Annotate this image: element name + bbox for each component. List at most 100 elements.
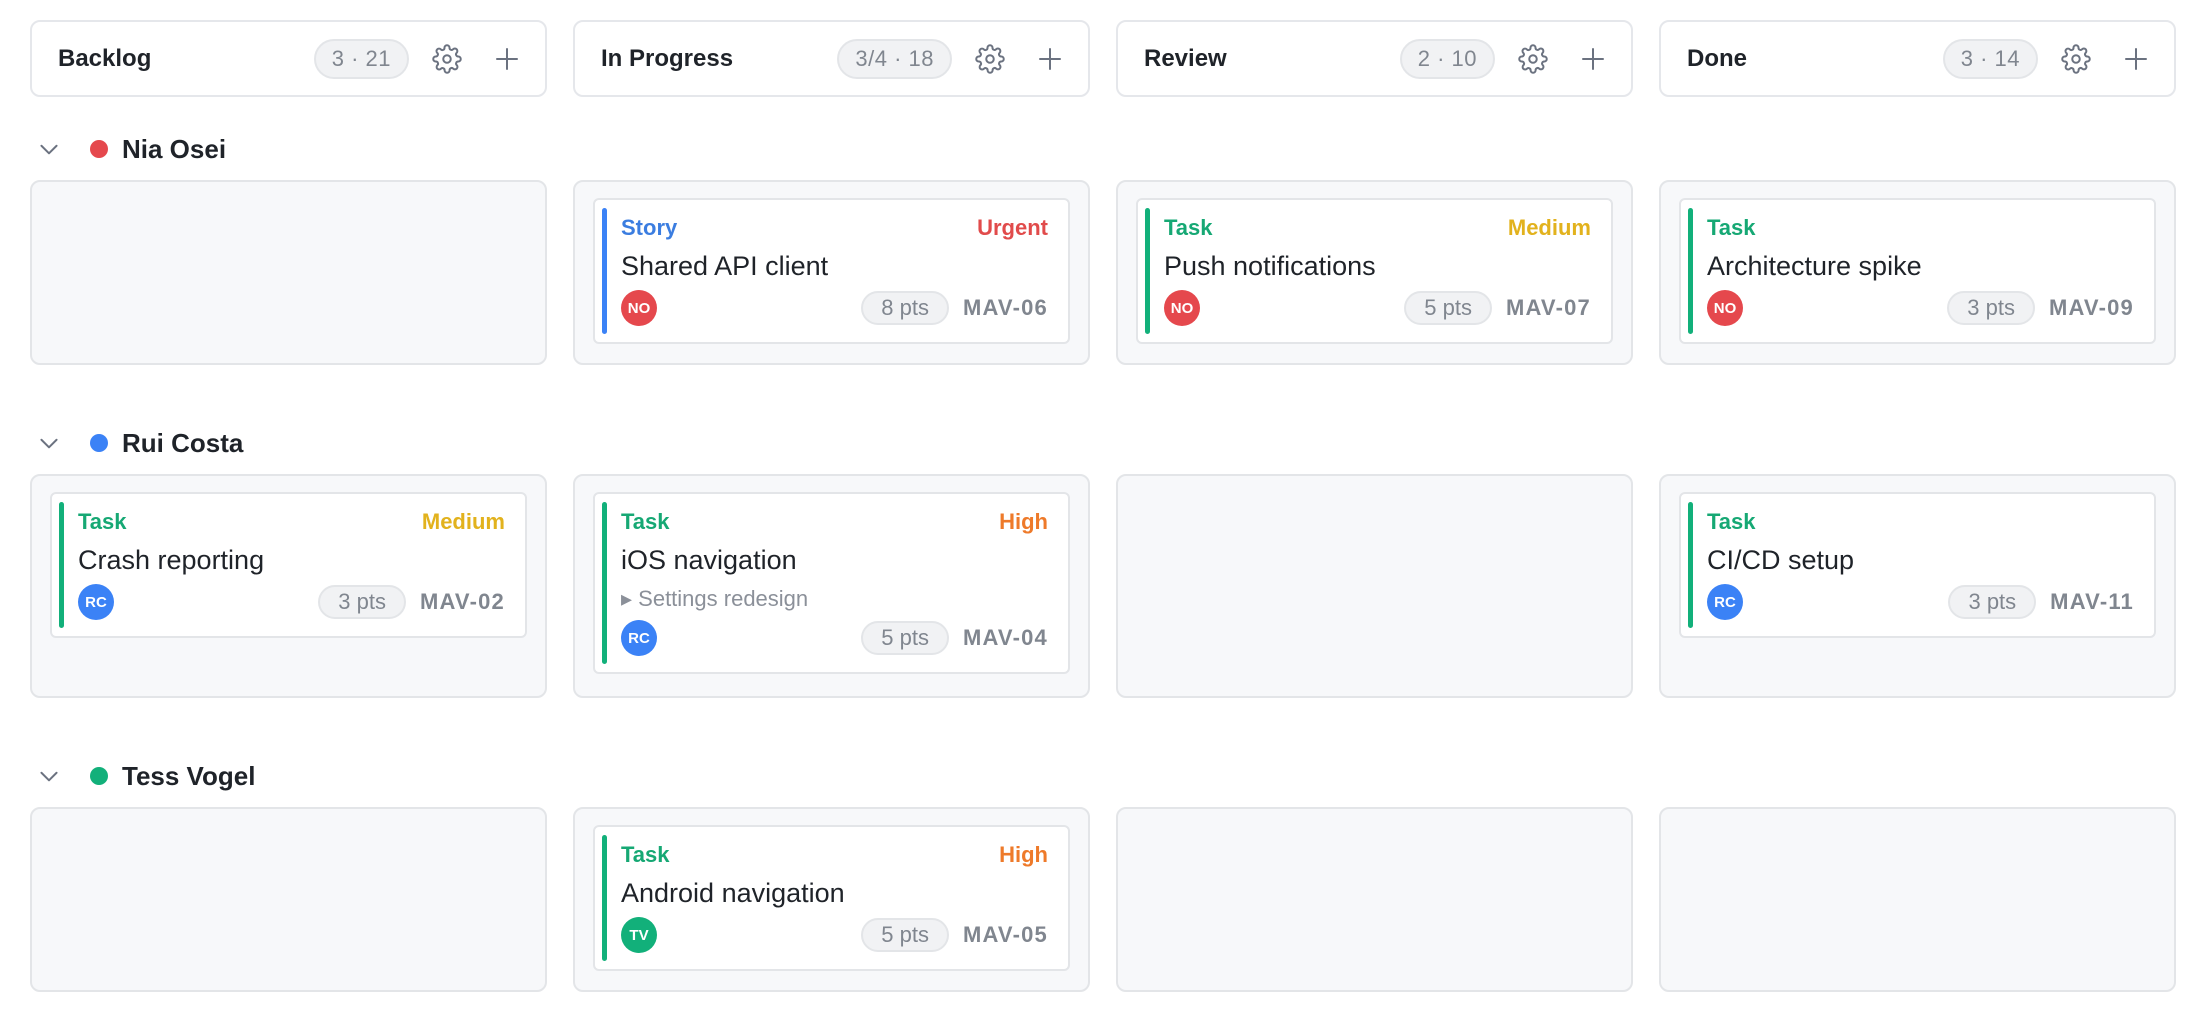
swimlane-cell-backlog[interactable] bbox=[30, 807, 547, 992]
plus-icon[interactable] bbox=[1028, 37, 1072, 81]
issue-card[interactable]: Task Medium Push notifications NO 5 pts MAV-0… bbox=[1136, 198, 1613, 344]
swimlane-header: Rui Costa bbox=[36, 423, 243, 463]
swimlane-cell-review[interactable]: Task Medium Push notifications NO 5 pts MAV-0… bbox=[1116, 180, 1633, 365]
story-points-badge: 3 pts bbox=[1948, 585, 2037, 619]
card-header: Task High bbox=[621, 841, 1048, 869]
assignee-color-dot bbox=[90, 140, 108, 158]
issue-type-label: Task bbox=[621, 842, 670, 867]
issue-card[interactable]: Task Architecture spike NO 3 pts MAV-09 bbox=[1679, 198, 2156, 344]
swimlane-cell-review[interactable] bbox=[1116, 807, 1633, 992]
issue-type-stripe bbox=[1145, 208, 1150, 334]
column-count-badge: 2 · 10 bbox=[1399, 38, 1495, 79]
swimlane-header: Tess Vogel bbox=[36, 756, 255, 796]
story-points-badge: 5 pts bbox=[1404, 291, 1492, 325]
card-header: Story Urgent bbox=[621, 214, 1048, 242]
issue-card[interactable]: Task CI/CD setup RC 3 pts MAV-11 bbox=[1679, 492, 2156, 638]
card-footer: RC 5 pts MAV-04 bbox=[621, 620, 1048, 656]
issue-card[interactable]: Story Urgent Shared API client NO 8 pts MAV-0… bbox=[593, 198, 1070, 344]
column-header-review: Review 2 · 10 bbox=[1116, 20, 1633, 97]
assignee-avatar: RC bbox=[1707, 584, 1743, 620]
column-title: Backlog bbox=[58, 44, 152, 72]
gear-icon[interactable] bbox=[1511, 37, 1555, 81]
card-header: Task Medium bbox=[1164, 214, 1591, 242]
card-header: Task Medium bbox=[78, 508, 505, 536]
gear-icon[interactable] bbox=[2054, 37, 2098, 81]
plus-icon[interactable] bbox=[2114, 37, 2158, 81]
priority-label: Urgent bbox=[977, 215, 1048, 240]
column-count-badge: 3 · 21 bbox=[313, 38, 409, 79]
swimlane-cell-in-progress[interactable]: Task High iOS navigation ▸ Settings redesig… bbox=[573, 474, 1090, 698]
column-count-badge: 3 · 14 bbox=[1942, 38, 2038, 79]
chevron-down-icon[interactable] bbox=[36, 428, 66, 458]
column-header-backlog: Backlog 3 · 21 bbox=[30, 20, 547, 97]
swimlane-assignee-name: Rui Costa bbox=[122, 427, 244, 458]
issue-title: Architecture spike bbox=[1707, 251, 1922, 281]
column-title: Done bbox=[1687, 44, 1747, 72]
card-footer: TV 5 pts MAV-05 bbox=[621, 917, 1048, 953]
swimlane-header: Nia Osei bbox=[36, 129, 226, 169]
issue-type-label: Task bbox=[78, 509, 127, 534]
swimlane-cell-backlog[interactable]: Task Medium Crash reporting RC 3 pts MAV-02 bbox=[30, 474, 547, 698]
chevron-down-icon[interactable] bbox=[36, 761, 66, 791]
card-header: Task bbox=[1707, 508, 2134, 536]
issue-card[interactable]: Task Medium Crash reporting RC 3 pts MAV-02 bbox=[50, 492, 527, 638]
card-footer: NO 5 pts MAV-07 bbox=[1164, 290, 1591, 326]
priority-label: High bbox=[999, 509, 1048, 534]
swimlane-cell-in-progress[interactable]: Story Urgent Shared API client NO 8 pts MAV-0… bbox=[573, 180, 1090, 365]
assignee-avatar: NO bbox=[1164, 290, 1200, 326]
plus-icon[interactable] bbox=[485, 37, 529, 81]
story-points-badge: 8 pts bbox=[861, 291, 949, 325]
assignee-avatar: TV bbox=[621, 917, 657, 953]
swimlane-cell-done[interactable]: Task CI/CD setup RC 3 pts MAV-11 bbox=[1659, 474, 2176, 698]
swimlane-cell-in-progress[interactable]: Task High Android navigation TV 5 pts MAV-05 bbox=[573, 807, 1090, 992]
issue-type-label: Story bbox=[621, 215, 678, 240]
card-footer: NO 3 pts MAV-09 bbox=[1707, 290, 2134, 326]
issue-key: MAV-06 bbox=[962, 295, 1048, 320]
kanban-board: Backlog 3 · 21 In Progress 3/4 · 18 Review 2 … bbox=[0, 0, 2204, 1024]
swimlane-assignee-name: Tess Vogel bbox=[122, 760, 256, 791]
issue-type-label: Task bbox=[1707, 215, 1756, 240]
issue-type-label: Task bbox=[1707, 509, 1756, 534]
swimlane-cell-review[interactable] bbox=[1116, 474, 1633, 698]
parent-epic-link[interactable]: ▸ Settings redesign bbox=[621, 584, 1048, 614]
gear-icon[interactable] bbox=[968, 37, 1012, 81]
assignee-avatar: RC bbox=[78, 584, 114, 620]
swimlane-assignee-name: Nia Osei bbox=[122, 133, 227, 164]
column-header-row: Backlog 3 · 21 In Progress 3/4 · 18 Review 2 … bbox=[30, 20, 2176, 97]
issue-key: MAV-09 bbox=[2048, 295, 2134, 320]
issue-type-stripe bbox=[602, 208, 607, 334]
column-title: In Progress bbox=[601, 44, 734, 72]
issue-type-stripe bbox=[602, 502, 607, 664]
story-points-badge: 5 pts bbox=[861, 918, 949, 952]
issue-card[interactable]: Task High iOS navigation ▸ Settings redesig… bbox=[593, 492, 1070, 674]
swimlane-cell-backlog[interactable] bbox=[30, 180, 547, 365]
card-header: Task bbox=[1707, 214, 2134, 242]
card-footer: NO 8 pts MAV-06 bbox=[621, 290, 1048, 326]
column-header-in-progress: In Progress 3/4 · 18 bbox=[573, 20, 1090, 97]
issue-title: CI/CD setup bbox=[1707, 545, 1855, 575]
priority-label: Medium bbox=[421, 509, 505, 534]
column-header-done: Done 3 · 14 bbox=[1659, 20, 2176, 97]
swimlane-cell-done[interactable]: Task Architecture spike NO 3 pts MAV-09 bbox=[1659, 180, 2176, 365]
issue-card[interactable]: Task High Android navigation TV 5 pts MAV-05 bbox=[593, 825, 1070, 971]
swimlane-cell-done[interactable] bbox=[1659, 807, 2176, 992]
issue-key: MAV-02 bbox=[419, 589, 505, 614]
issue-title: Crash reporting bbox=[78, 545, 265, 575]
issue-key: MAV-11 bbox=[2050, 589, 2134, 614]
column-count-badge: 3/4 · 18 bbox=[837, 38, 952, 79]
issue-title: iOS navigation bbox=[621, 545, 797, 575]
issue-title: Android navigation bbox=[621, 878, 845, 908]
issue-type-stripe bbox=[1688, 502, 1693, 628]
issue-type-label: Task bbox=[1164, 215, 1213, 240]
gear-icon[interactable] bbox=[425, 37, 469, 81]
story-points-badge: 5 pts bbox=[861, 621, 949, 655]
issue-title: Shared API client bbox=[621, 251, 829, 281]
issue-type-stripe bbox=[1688, 208, 1693, 334]
chevron-down-icon[interactable] bbox=[36, 134, 66, 164]
story-points-badge: 3 pts bbox=[1947, 291, 2035, 325]
issue-type-label: Task bbox=[621, 509, 670, 534]
issue-type-stripe bbox=[602, 835, 607, 961]
issue-key: MAV-05 bbox=[962, 922, 1048, 947]
assignee-avatar: RC bbox=[621, 620, 657, 656]
plus-icon[interactable] bbox=[1571, 37, 1615, 81]
